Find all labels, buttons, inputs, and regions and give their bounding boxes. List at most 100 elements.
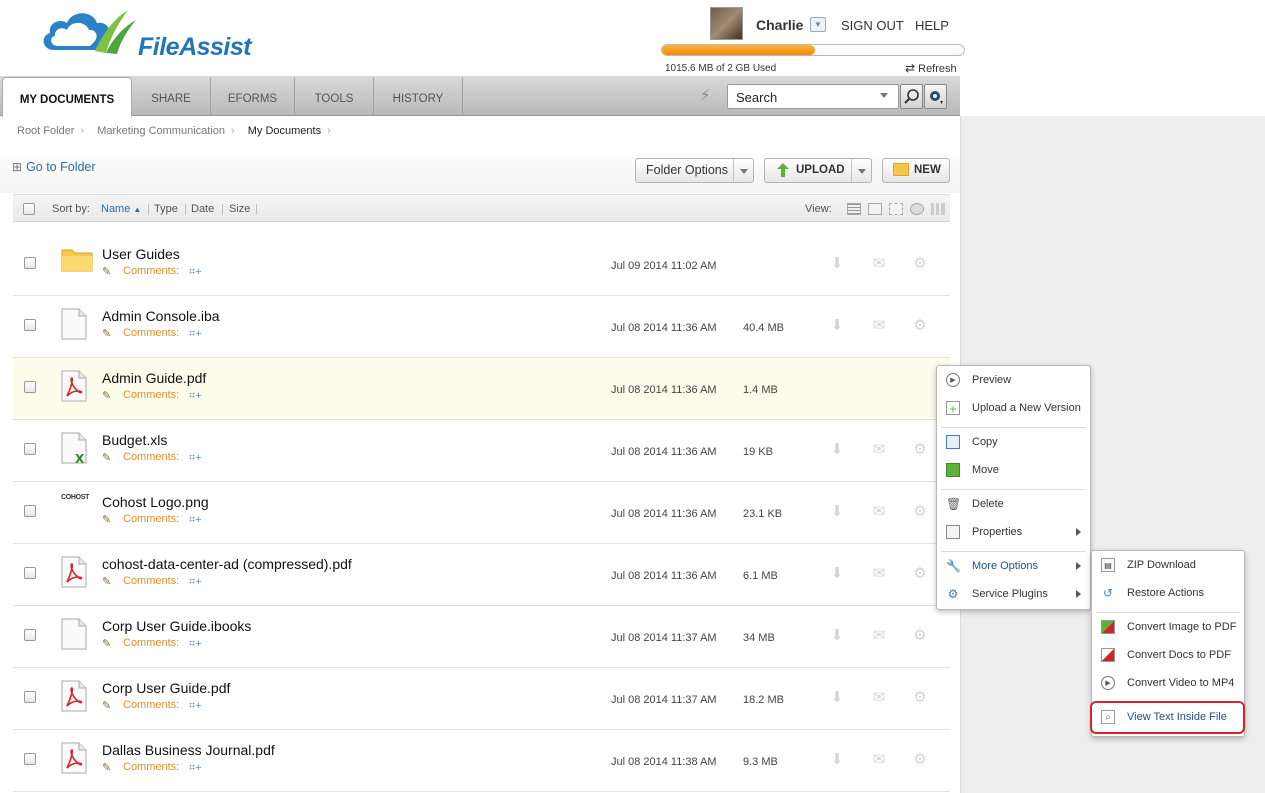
menu-item-service-plugins[interactable]: ⚙ Service Plugins [937,582,1090,606]
pencil-icon[interactable]: ✎ [102,390,116,402]
menu-item-delete[interactable]: 🗑 Delete [937,492,1090,516]
pencil-icon[interactable]: ✎ [102,762,116,774]
sign-out-link[interactable]: SIGN OUT [841,18,904,33]
comments-link[interactable]: Comments: [123,761,179,773]
file-name[interactable]: Cohost Logo.png [102,494,209,510]
download-icon[interactable]: ⬇ [828,254,846,272]
add-tag-icon[interactable]: ⌗+ [189,638,209,650]
chevron-down-icon[interactable] [733,159,753,182]
row-checkbox[interactable] [24,443,36,455]
menu-item-more-options[interactable]: 🔧 More Options [937,554,1090,578]
download-icon[interactable]: ⬇ [828,440,846,458]
submenu-item-convert-image-pdf[interactable]: Convert Image to PDF [1092,615,1244,639]
add-tag-icon[interactable]: ⌗+ [189,576,209,588]
comments-link[interactable]: Comments: [123,575,179,587]
add-tag-icon[interactable]: ⌗+ [189,762,209,774]
gear-icon[interactable]: ⚙ [911,502,929,520]
breadcrumb-root[interactable]: Root Folder [17,125,74,137]
file-name[interactable]: Dallas Business Journal.pdf [102,742,275,758]
file-row[interactable]: Corp User Guide.pdf ✎ Comments: ⌗+ Jul 08 20… [13,668,950,730]
file-name[interactable]: Corp User Guide.pdf [102,680,230,696]
file-row[interactable]: Dallas Business Journal.pdf ✎ Comments: ⌗+ J… [13,730,950,792]
gear-icon[interactable]: ⚙ [911,254,929,272]
breadcrumb-current[interactable]: My Documents [248,125,321,137]
file-name[interactable]: Budget.xls [102,432,167,448]
add-tag-icon[interactable]: ⌗+ [189,266,209,278]
download-icon[interactable]: ⬇ [828,502,846,520]
comments-link[interactable]: Comments: [123,699,179,711]
comments-link[interactable]: Comments: [123,513,179,525]
search-dropdown-icon[interactable] [880,93,888,98]
file-row[interactable]: Admin Guide.pdf ✎ Comments: ⌗+ Jul 08 2014 1… [13,358,950,420]
search-input[interactable]: Search [727,84,899,109]
gear-icon[interactable]: ⚙ [911,626,929,644]
upload-button[interactable]: UPLOAD [764,158,872,183]
gear-icon[interactable]: ⚙ [911,564,929,582]
new-button[interactable]: NEW [882,158,950,183]
tab-my-documents[interactable]: MY DOCUMENTS [2,77,132,117]
pie-view-icon[interactable] [910,203,924,215]
menu-item-move[interactable]: Move [937,458,1090,482]
sort-by-date[interactable]: Date [191,203,214,215]
add-tag-icon[interactable]: ⌗+ [189,514,209,526]
tab-history[interactable]: HISTORY [374,78,463,116]
file-row[interactable]: Admin Console.iba ✎ Comments: ⌗+ Jul 08 2014… [13,296,950,358]
grid-view-icon[interactable] [868,203,882,215]
email-icon[interactable]: ✉ [870,316,888,334]
row-checkbox[interactable] [24,381,36,393]
row-checkbox[interactable] [24,567,36,579]
file-row[interactable]: COHOST Cohost Logo.png ✎ Comments: ⌗+ Jul 08 … [13,482,950,544]
add-tag-icon[interactable]: ⌗+ [189,700,209,712]
menu-item-preview[interactable]: ▶ Preview [937,368,1090,392]
download-icon[interactable]: ⬇ [828,688,846,706]
list-view-icon[interactable] [847,203,861,215]
pencil-icon[interactable]: ✎ [102,576,116,588]
email-icon[interactable]: ✉ [870,750,888,768]
tree-view-icon[interactable] [889,203,903,215]
gear-icon[interactable]: ⚙ [911,316,929,334]
file-name[interactable]: User Guides [102,246,180,262]
add-tag-icon[interactable]: ⌗+ [189,390,209,402]
submenu-item-convert-docs-pdf[interactable]: Convert Docs to PDF [1092,643,1244,667]
download-icon[interactable]: ⬇ [828,750,846,768]
file-row[interactable]: cohost-data-center-ad (compressed).pdf ✎ C… [13,544,950,606]
go-to-folder-link[interactable]: ⊞ Go to Folder [12,160,96,174]
pencil-icon[interactable]: ✎ [102,452,116,464]
tab-eforms[interactable]: EFORMS [211,78,295,116]
comments-link[interactable]: Comments: [123,265,179,277]
row-checkbox[interactable] [24,629,36,641]
pencil-icon[interactable]: ✎ [102,328,116,340]
fileassist-logo[interactable]: FileAssist [40,6,270,61]
avatar[interactable] [710,7,743,40]
search-settings-button[interactable] [924,84,947,109]
sort-by-type[interactable]: Type [154,203,178,215]
chevron-down-icon[interactable] [851,159,871,182]
menu-item-properties[interactable]: Properties [937,520,1090,544]
sort-by-name[interactable]: Name ▲ [101,203,141,215]
download-icon[interactable]: ⬇ [828,564,846,582]
pencil-icon[interactable]: ✎ [102,638,116,650]
file-name[interactable]: Admin Console.iba [102,308,220,324]
refresh-button[interactable]: ⇄ Refresh [905,61,957,75]
submenu-item-convert-video-mp4[interactable]: ▶ Convert Video to MP4 [1092,671,1244,695]
email-icon[interactable]: ✉ [870,626,888,644]
row-checkbox[interactable] [24,753,36,765]
pencil-icon[interactable]: ✎ [102,700,116,712]
add-tag-icon[interactable]: ⌗+ [189,452,209,464]
search-button[interactable] [900,84,923,109]
email-icon[interactable]: ✉ [870,688,888,706]
email-icon[interactable]: ✉ [870,254,888,272]
comments-link[interactable]: Comments: [123,637,179,649]
menu-item-copy[interactable]: Copy [937,430,1090,454]
submenu-item-zip-download[interactable]: ▤ ZIP Download [1092,553,1244,577]
download-icon[interactable]: ⬇ [828,316,846,334]
comments-link[interactable]: Comments: [123,327,179,339]
row-checkbox[interactable] [24,257,36,269]
menu-item-upload-version[interactable]: + Upload a New Version [937,396,1090,420]
sort-by-size[interactable]: Size [229,203,250,215]
user-dropdown-icon[interactable]: ▼ [810,17,826,32]
breadcrumb-marketing[interactable]: Marketing Communication [97,125,225,137]
submenu-item-restore-actions[interactable]: ↺ Restore Actions [1092,581,1244,605]
gear-icon[interactable]: ⚙ [911,750,929,768]
comments-link[interactable]: Comments: [123,451,179,463]
